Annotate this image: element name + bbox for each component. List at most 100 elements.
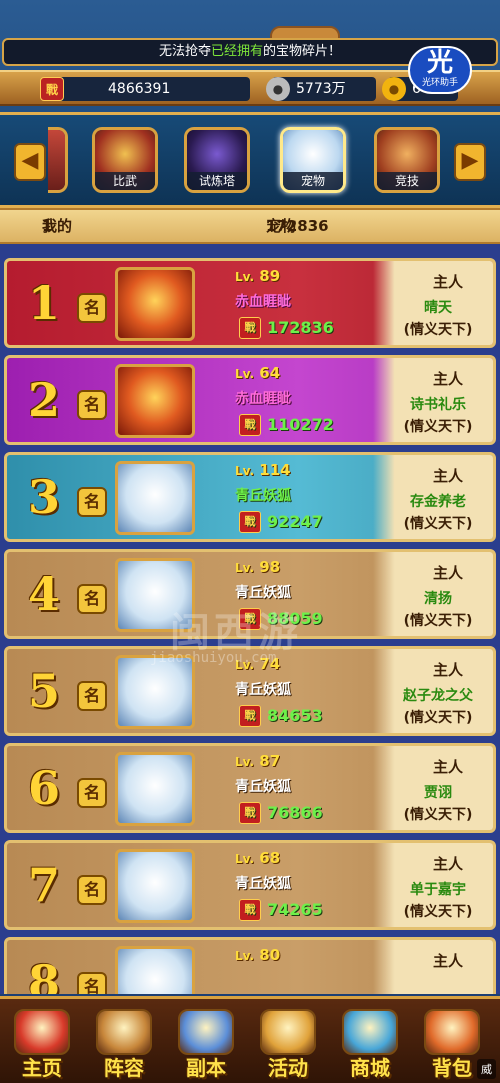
ranking-row[interactable]: 7 名 Lv. 68 青丘妖狐 戰 74265 主人 单于嘉宇 (情义天下) [4,840,496,930]
drum-icon [260,1009,316,1055]
tab-biwu[interactable]: 比武 [92,127,158,193]
rank-suffix: 名 [77,778,107,808]
pet-level: Lv. 114 [235,461,291,479]
pet-level: Lv. 87 [235,752,280,770]
owner-name[interactable]: 单于嘉宇 [383,879,493,899]
owner-name[interactable]: 贾诩 [383,782,493,802]
pet-name: 青丘妖狐 [235,876,291,892]
owner-name[interactable]: 晴天 [383,297,493,317]
owner-panel: 主人 晴天 (情义天下) [373,261,493,345]
pet-power-value: 172836 [267,318,334,337]
tab-label: 试炼塔 [187,172,247,190]
level-prefix: Lv. [235,755,255,769]
silver-coin-icon: ● [266,77,290,101]
ranking-row[interactable]: 8 名 Lv. 80 戰 主人 [4,937,496,994]
rank-number: 5 [27,664,60,718]
rank-suffix: 名 [77,972,107,994]
owner-title: 主人 [432,467,463,485]
nav-label: 主页 [22,1056,62,1080]
rank-suffix: 名 [77,293,107,323]
red-dragon-pet-icon[interactable] [115,364,195,438]
nav-lineup-button[interactable]: 阵容 [86,1005,162,1083]
combat-icon: 戰 [239,802,261,824]
rank-number: 2 [27,373,60,427]
rank-number: 8 [27,955,60,994]
level-prefix: Lv. [235,270,255,284]
owner-title: 主人 [432,564,463,582]
pet-power: 戰 172836 [239,317,334,339]
owner-name[interactable]: 清扬 [383,588,493,608]
white-fox-pet-icon[interactable] [115,655,195,729]
white-fox-pet-icon[interactable] [115,849,195,923]
my-rank-value: 1 [42,217,53,235]
silver-value: 5773万 [296,81,346,97]
tab-label: 宠物 [283,172,343,190]
tab-partial[interactable] [48,127,68,193]
level-prefix: Lv. [235,561,255,575]
pet-level: Lv. 68 [235,849,280,867]
combat-icon: 戰 [239,414,261,436]
rank-suffix: 名 [77,584,107,614]
tab-trial-tower[interactable]: 试炼塔 [184,127,250,193]
owner-name[interactable]: 赵子龙之父 [383,685,493,705]
notice-suffix: 的宝物碎片！ [263,44,342,59]
owner-title: 主人 [432,758,463,776]
arrow-left-button[interactable]: ◀ [14,143,46,181]
pet-power-value: 74265 [267,900,323,919]
level-prefix: Lv. [235,464,255,478]
owner-guild: (情义天下) [403,419,473,435]
logo-glyph: 光 [426,48,453,78]
tab-arena[interactable]: 竞技 [374,127,440,193]
gold-coin-icon: ● [382,77,406,101]
red-dragon-pet-icon[interactable] [115,267,195,341]
helper-logo[interactable]: 光 光环助手 [408,46,472,94]
ranking-category-selector: ◀ 比武 试炼塔 宠物 竞技 ▶ [0,112,500,208]
combat-icon: 戰 [239,899,261,921]
pet-power: 戰 84653 [239,705,323,727]
tab-pet[interactable]: 宠物 [280,127,346,193]
rank-number: 1 [27,276,60,330]
nav-crossed-swords-button[interactable]: 副本 [168,1005,244,1083]
pet-power: 戰 92247 [239,511,323,533]
owner-name[interactable]: 存金养老 [383,491,493,511]
owner-name[interactable]: 诗书礼乐 [383,394,493,414]
owner-panel: 主人 [373,940,493,994]
white-fox-pet-icon[interactable] [115,461,195,535]
level-value: 64 [259,364,281,382]
level-prefix: Lv. [235,367,255,381]
pet-level: Lv. 64 [235,364,280,382]
owner-title: 主人 [432,855,463,873]
ranking-row[interactable]: 1 名 Lv. 89 赤血睚眦 戰 172836 主人 晴天 (情义天下) [4,258,496,348]
lineup-icon [96,1009,152,1055]
owner-title: 主人 [432,952,463,970]
white-fox-pet-icon[interactable] [115,752,195,826]
rank-suffix: 名 [77,681,107,711]
pet-level: Lv. 98 [235,558,280,576]
ranking-row[interactable]: 2 名 Lv. 64 赤血睚眦 戰 110272 主人 诗书礼乐 (情义天下) [4,355,496,445]
nav-home-button[interactable]: 主页 [4,1005,80,1083]
rank-suffix: 名 [77,390,107,420]
silver-box: ● 5773万 [266,77,376,101]
pet-name: 青丘妖狐 [235,682,291,698]
owner-guild: (情义天下) [403,516,473,532]
owner-guild: (情义天下) [403,904,473,920]
my-pet-stats-bar: 我的宠物排名：1 宠物战斗力：172836 [0,208,500,331]
level-value: 68 [259,849,281,867]
combat-icon: 戰 [239,705,261,727]
pet-power-value: 110272 [267,415,334,434]
nav-label: 阵容 [104,1056,144,1080]
pet-power-value: 84653 [267,706,323,725]
ranking-row[interactable]: 3 名 Lv. 114 青丘妖狐 戰 92247 主人 存金养老 (情义天下) [4,452,496,542]
owner-guild: (情义天下) [403,710,473,726]
ranking-row[interactable]: 6 名 Lv. 87 青丘妖狐 戰 76866 主人 贾诩 (情义天下) [4,743,496,833]
white-fox-pet-icon[interactable] [115,946,195,994]
nav-drum-button[interactable]: 活动 [250,1005,326,1083]
nav-gems-button[interactable]: 商城 [332,1005,408,1083]
pet-level: Lv. 80 [235,946,280,964]
owner-guild: (情义天下) [403,613,473,629]
arrow-right-button[interactable]: ▶ [454,143,486,181]
owner-panel: 主人 诗书礼乐 (情义天下) [373,358,493,442]
pet-name: 青丘妖狐 [235,585,291,601]
owner-guild: (情义天下) [403,807,473,823]
pet-power: 戰 76866 [239,802,323,824]
